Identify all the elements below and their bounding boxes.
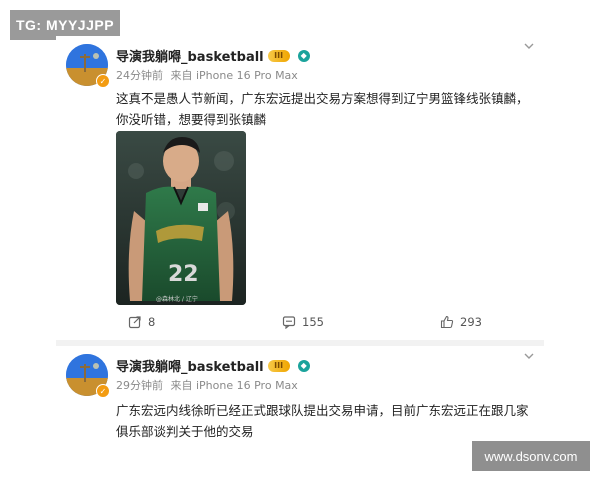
repost-button[interactable]: 8 (128, 315, 155, 329)
jersey-number: 22 (168, 262, 199, 287)
post-photo[interactable]: 22 @森林北 / 辽宁 (116, 131, 246, 305)
like-button[interactable]: 293 (440, 315, 482, 329)
chevron-down-icon[interactable] (522, 350, 536, 364)
post-meta: 29分钟前 来自 iPhone 16 Pro Max (116, 377, 298, 393)
comment-icon (282, 316, 296, 329)
post-text: 广东宏远内线徐昕已经正式跟球队提出交易申请，目前广东宏远正在跟几家俱乐部谈判关于… (116, 403, 529, 439)
vip-badge-icon: III (267, 359, 290, 372)
username[interactable]: 导演我躺嘚_basketball (116, 356, 264, 375)
comment-count: 155 (302, 315, 324, 329)
chevron-down-icon[interactable] (522, 40, 536, 54)
post-source: 来自 iPhone 16 Pro Max (170, 379, 298, 392)
avatar[interactable]: ✓ (66, 354, 110, 398)
repost-icon (128, 316, 141, 329)
post-text: 这真不是愚人节新闻，广东宏远提出交易方案想得到辽宁男篮锋线张镇麟，你没听错，想要… (116, 91, 529, 127)
comment-button[interactable]: 155 (282, 315, 324, 329)
post-meta: 24分钟前 来自 iPhone 16 Pro Max (116, 67, 298, 83)
post-time: 24分钟前 (116, 69, 163, 82)
weibo-post: ✓ 导演我躺嘚_basketball III ◆ 29分钟前 来自 iPhone… (56, 346, 544, 440)
photo-caption: @森林北 / 辽宁 (156, 295, 198, 303)
post-source: 来自 iPhone 16 Pro Max (170, 69, 298, 82)
repost-count: 8 (148, 315, 156, 329)
username-row: 导演我躺嘚_basketball III ◆ (116, 356, 310, 375)
watermark-bottom-right: www.dsonv.com (472, 441, 590, 471)
like-icon (440, 315, 454, 329)
level-badge-icon: ◆ (297, 49, 310, 62)
username[interactable]: 导演我躺嘚_basketball (116, 46, 264, 65)
verified-icon: ✓ (96, 74, 110, 88)
level-badge-icon: ◆ (297, 359, 310, 372)
post-actions: 8 155 293 (56, 312, 544, 334)
username-row: 导演我躺嘚_basketball III ◆ (116, 46, 310, 65)
post-time: 29分钟前 (116, 379, 163, 392)
weibo-post: ✓ 导演我躺嘚_basketball III ◆ 24分钟前 来自 iPhone… (56, 36, 544, 340)
verified-icon: ✓ (96, 384, 110, 398)
avatar[interactable]: ✓ (66, 44, 110, 88)
like-count: 293 (460, 315, 482, 329)
vip-badge-icon: III (267, 49, 290, 62)
player-photo: 22 @森林北 / 辽宁 (116, 131, 246, 305)
